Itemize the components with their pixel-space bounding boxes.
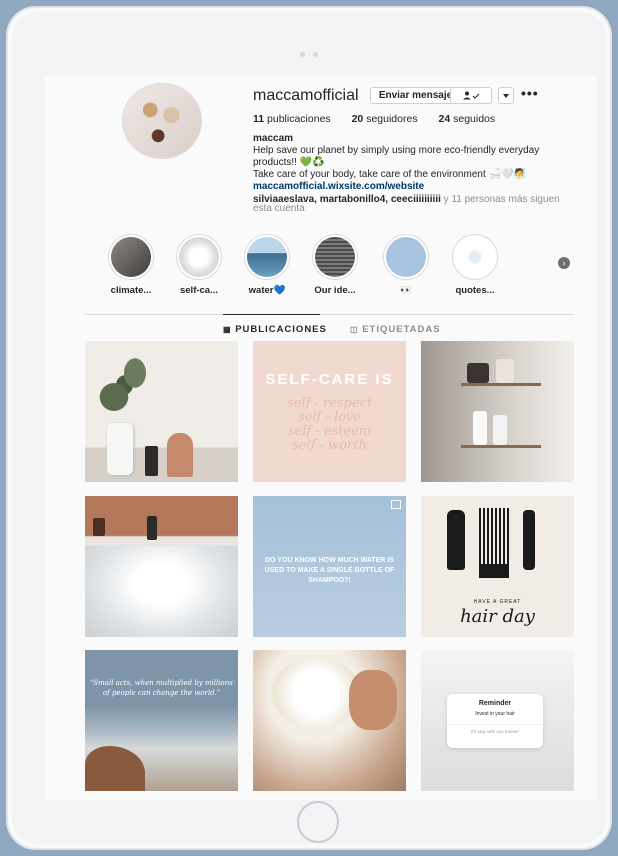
bio-website-link[interactable]: maccamofficial.wixsite.com/website [253,181,573,193]
highlight-label: climate... [110,285,152,296]
eucalyptus-leaves [93,349,163,429]
hand-shape [349,670,397,730]
highlight-climate[interactable]: climate... [101,234,161,296]
followed-by[interactable]: silviaaeslava, martabonillo4, ceeciiiiii… [253,195,573,214]
highlight-cover [455,237,495,277]
bio-line-1: Help save our planet by simply using mor… [253,145,540,168]
ellipsis-icon[interactable]: ••• [521,85,539,101]
jar-shape [496,359,514,383]
post-2-title: SELF-CARE IS [265,371,394,388]
highlight-label: self-ca... [179,285,219,296]
candle-shape [93,518,105,536]
reminder-body: Invest in your hair [475,711,515,717]
highlight-label: water💙 [248,285,286,296]
followers-stat[interactable]: 20 seguidores [352,113,418,125]
diffuser-shape [167,433,193,477]
bottle-shape [473,411,487,445]
comb-icon [479,508,509,578]
brush-icon [447,510,465,570]
profile-username: maccamofficial [253,87,359,104]
post-1[interactable] [85,341,238,482]
tabs-divider [85,314,574,315]
post-9[interactable]: Reminder Invest in your hair It'll stay … [421,650,574,791]
post-6[interactable]: HAVE A GREAT hair day [421,496,574,637]
post-7[interactable]: "Small acts, when multiplied by millions… [85,650,238,791]
post-7-caption: "Small acts, when multiplied by millions… [90,679,233,697]
post-5-caption: DO YOU KNOW HOW MUCH WATER IS USED TO MA… [264,557,395,584]
highlight-water[interactable]: water💙 [237,234,297,296]
active-tab-indicator [223,314,320,315]
rock-shape [85,746,145,791]
tablet-frame: maccamofficial Enviar mensaje ••• 11 pub… [6,6,612,850]
highlight-label: Our ide... [314,285,356,296]
grid-icon: ▦ [223,325,232,334]
vase-shape [107,423,133,475]
home-button[interactable] [297,801,339,843]
highlight-cover [386,237,426,277]
bio-name: maccam [253,133,294,144]
bath-water [85,546,238,637]
carousel-icon [391,500,401,509]
send-message-button[interactable]: Enviar mensaje [370,87,461,104]
person-check-icon [463,91,480,100]
brush-icon [523,510,535,570]
highlight-cover [111,237,151,277]
highlight-our-ideas[interactable]: Our ide... [305,234,365,296]
profile-avatar[interactable] [122,83,202,159]
post-4[interactable] [85,496,238,637]
highlight-label: quotes... [455,285,495,296]
highlight-self-care[interactable]: self-ca... [169,234,229,296]
following-button[interactable] [450,87,492,104]
highlight-cover [247,237,287,277]
bottle-shape [145,446,158,476]
chevron-down-icon [503,93,509,98]
reminder-footer: It'll stay with you forever [447,724,543,734]
profile-stats: 11 publicaciones 20 seguidores 24 seguid… [253,113,513,125]
highlight-cover [315,237,355,277]
bio-line-2: Take care of your body, take care of the… [253,169,526,180]
shelf-shape [461,383,541,386]
profile-bio: maccam Help save our planet by simply us… [253,133,573,193]
suggestions-dropdown-button[interactable] [498,87,514,104]
tab-publicaciones[interactable]: ▦ PUBLICACIONES [223,324,327,335]
highlight-eyes[interactable]: 👀 [376,234,436,296]
foam-shape [271,658,361,728]
faucet-shape [147,516,157,540]
highlight-cover [179,237,219,277]
post-6-caption-small: HAVE A GREAT [473,599,522,605]
reminder-card: Reminder Invest in your hair It'll stay … [447,694,543,748]
shelf-shape [461,445,541,448]
highlight-label: 👀 [400,285,412,296]
jar-shape [467,363,489,383]
tag-icon: ◫ [350,325,359,334]
reminder-title: Reminder [478,700,512,707]
post-6-caption-script: hair day [460,606,535,627]
post-8[interactable] [253,650,406,791]
post-2[interactable]: SELF-CARE IS self - respect self - love se… [253,341,406,482]
chevron-right-icon[interactable]: › [558,257,570,269]
post-3[interactable] [421,341,574,482]
camera-icon [8,44,610,62]
highlight-quotes[interactable]: quotes... [445,234,505,296]
following-stat[interactable]: 24 seguidos [439,113,496,125]
post-2-script: self - respect self - love self - esteem se… [286,396,373,453]
tab-etiquetadas[interactable]: ◫ ETIQUETADAS [350,324,441,335]
posts-stat[interactable]: 11 publicaciones [253,113,331,125]
instagram-profile-screen: maccamofficial Enviar mensaje ••• 11 pub… [45,75,597,800]
bottle-shape [493,415,507,445]
post-5[interactable]: DO YOU KNOW HOW MUCH WATER IS USED TO MA… [253,496,406,637]
